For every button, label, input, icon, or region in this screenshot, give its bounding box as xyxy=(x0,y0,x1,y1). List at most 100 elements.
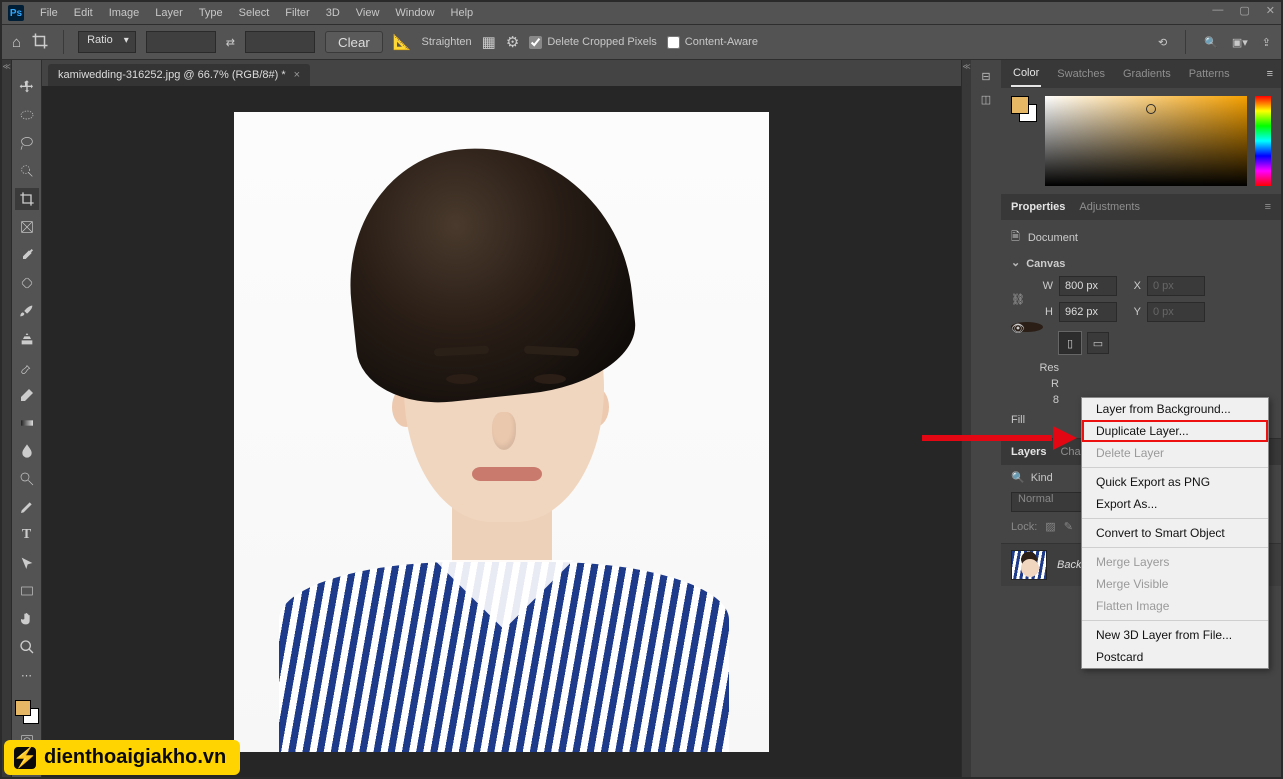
marquee-tool[interactable] xyxy=(15,104,39,126)
type-tool[interactable]: T xyxy=(15,524,39,546)
workspace-icon[interactable]: ▣▾ xyxy=(1232,36,1248,49)
context-item[interactable]: New 3D Layer from File... xyxy=(1082,624,1268,646)
context-item[interactable]: Export As... xyxy=(1082,493,1268,515)
tab-color[interactable]: Color xyxy=(1011,61,1041,87)
canvas-height-input[interactable] xyxy=(1059,302,1117,322)
healing-tool[interactable] xyxy=(15,272,39,294)
swap-dimensions-icon[interactable]: ⇄ xyxy=(226,36,235,49)
canvas-viewport[interactable] xyxy=(42,86,961,777)
menu-edit[interactable]: Edit xyxy=(66,4,101,22)
menu-bar: Ps File Edit Image Layer Type Select Fil… xyxy=(2,2,1281,24)
mini-swatches[interactable] xyxy=(1011,96,1037,122)
home-icon[interactable]: ⌂ xyxy=(12,34,21,51)
menu-layer[interactable]: Layer xyxy=(147,4,191,22)
tab-patterns[interactable]: Patterns xyxy=(1187,62,1232,86)
context-item[interactable]: Duplicate Layer... xyxy=(1082,420,1268,442)
undo-icon[interactable]: ⟲ xyxy=(1158,36,1167,49)
panel-icon-2[interactable]: ◫ xyxy=(981,93,991,106)
menu-type[interactable]: Type xyxy=(191,4,231,22)
watermark: ⚡ dienthoaigiakho.vn xyxy=(4,740,240,775)
blend-mode-select[interactable]: Normal xyxy=(1011,492,1091,512)
brush-tool[interactable] xyxy=(15,300,39,322)
context-item[interactable]: Quick Export as PNG xyxy=(1082,471,1268,493)
eraser-tool[interactable] xyxy=(15,384,39,406)
link-dimensions-icon[interactable]: ⛓ xyxy=(1011,293,1025,306)
clone-stamp-tool[interactable] xyxy=(15,328,39,350)
move-tool[interactable] xyxy=(15,76,39,98)
color-field[interactable] xyxy=(1045,96,1247,186)
minimize-icon[interactable]: — xyxy=(1212,4,1223,17)
picker-indicator[interactable] xyxy=(1146,104,1156,114)
layer-context-menu: Layer from Background...Duplicate Layer.… xyxy=(1081,397,1269,669)
canvas-width-input[interactable] xyxy=(1059,276,1117,296)
canvas-y-input xyxy=(1147,302,1205,322)
quick-select-tool[interactable] xyxy=(15,160,39,182)
menu-file[interactable]: File xyxy=(32,4,66,22)
properties-panel-tabs: Properties Adjustments ≡ xyxy=(1001,194,1281,220)
frame-tool[interactable] xyxy=(15,216,39,238)
context-item: Flatten Image xyxy=(1082,595,1268,617)
content-aware-checkbox[interactable]: Content-Aware xyxy=(667,36,758,49)
crop-width-input[interactable] xyxy=(146,31,216,53)
crop-tool-icon[interactable] xyxy=(31,32,49,53)
foreground-color-swatch[interactable] xyxy=(15,700,31,716)
rectangle-tool[interactable] xyxy=(15,580,39,602)
path-select-tool[interactable] xyxy=(15,552,39,574)
context-item[interactable]: Postcard xyxy=(1082,646,1268,668)
context-item[interactable]: Convert to Smart Object xyxy=(1082,522,1268,544)
hue-slider[interactable] xyxy=(1255,96,1271,186)
mid-collapse-bar[interactable]: ≪ xyxy=(961,60,971,777)
dodge-tool[interactable] xyxy=(15,468,39,490)
clear-button[interactable]: Clear xyxy=(325,31,383,53)
tab-layers[interactable]: Layers xyxy=(1011,446,1046,458)
orientation-landscape[interactable]: ▭ xyxy=(1087,332,1109,354)
menu-3d[interactable]: 3D xyxy=(318,4,348,22)
close-icon[interactable]: ✕ xyxy=(1266,4,1275,17)
crop-height-input[interactable] xyxy=(245,31,315,53)
menu-filter[interactable]: Filter xyxy=(277,4,317,22)
menu-select[interactable]: Select xyxy=(231,4,278,22)
panel-menu-icon[interactable]: ≡ xyxy=(1267,68,1281,80)
search-icon[interactable]: 🔍 xyxy=(1204,36,1218,49)
left-collapse-bar[interactable]: ≪ xyxy=(2,60,12,777)
document-tab[interactable]: kamiwedding-316252.jpg @ 66.7% (RGB/8#) … xyxy=(48,64,310,86)
color-swatches[interactable] xyxy=(15,700,39,724)
menu-view[interactable]: View xyxy=(348,4,388,22)
blur-tool[interactable] xyxy=(15,440,39,462)
menu-help[interactable]: Help xyxy=(443,4,482,22)
tab-adjustments[interactable]: Adjustments xyxy=(1079,201,1140,213)
tab-gradients[interactable]: Gradients xyxy=(1121,62,1173,86)
crop-settings-icon[interactable]: ⚙ xyxy=(506,33,519,51)
orientation-portrait[interactable]: ▯ xyxy=(1059,332,1081,354)
maximize-icon[interactable]: ▢ xyxy=(1239,4,1249,17)
pen-tool[interactable] xyxy=(15,496,39,518)
delete-cropped-checkbox[interactable]: Delete Cropped Pixels xyxy=(529,36,656,49)
crop-tool[interactable] xyxy=(15,188,39,210)
canvas-section-header[interactable]: Canvas xyxy=(1011,257,1271,270)
canvas[interactable] xyxy=(234,112,769,752)
tab-properties[interactable]: Properties xyxy=(1011,201,1065,213)
filter-icon[interactable]: 🔍 xyxy=(1011,471,1025,484)
more-tools-icon[interactable]: ⋯ xyxy=(15,664,39,686)
hand-tool[interactable] xyxy=(15,608,39,630)
lock-pixels-icon[interactable]: ▨ xyxy=(1045,520,1055,533)
tab-swatches[interactable]: Swatches xyxy=(1055,62,1107,86)
panel-icon-1[interactable]: ⊟ xyxy=(981,70,990,83)
layer-thumbnail[interactable] xyxy=(1011,550,1047,580)
menu-image[interactable]: Image xyxy=(101,4,148,22)
eyedropper-tool[interactable] xyxy=(15,244,39,266)
grid-overlay-icon[interactable]: ▦ xyxy=(482,33,496,51)
crop-ratio-select[interactable]: Ratio xyxy=(78,31,136,53)
lasso-tool[interactable] xyxy=(15,132,39,154)
zoom-tool[interactable] xyxy=(15,636,39,658)
history-brush-tool[interactable] xyxy=(15,356,39,378)
menu-window[interactable]: Window xyxy=(387,4,442,22)
share-icon[interactable]: ⇪ xyxy=(1262,36,1271,49)
visibility-toggle-icon[interactable]: 👁 xyxy=(1011,322,1043,332)
gradient-tool[interactable] xyxy=(15,412,39,434)
straighten-icon[interactable]: 📐 xyxy=(393,33,412,51)
lock-brush-icon[interactable]: ✎ xyxy=(1064,520,1073,533)
tab-close-icon[interactable]: × xyxy=(294,69,300,81)
panel-menu-icon[interactable]: ≡ xyxy=(1265,201,1271,213)
context-item[interactable]: Layer from Background... xyxy=(1082,398,1268,420)
